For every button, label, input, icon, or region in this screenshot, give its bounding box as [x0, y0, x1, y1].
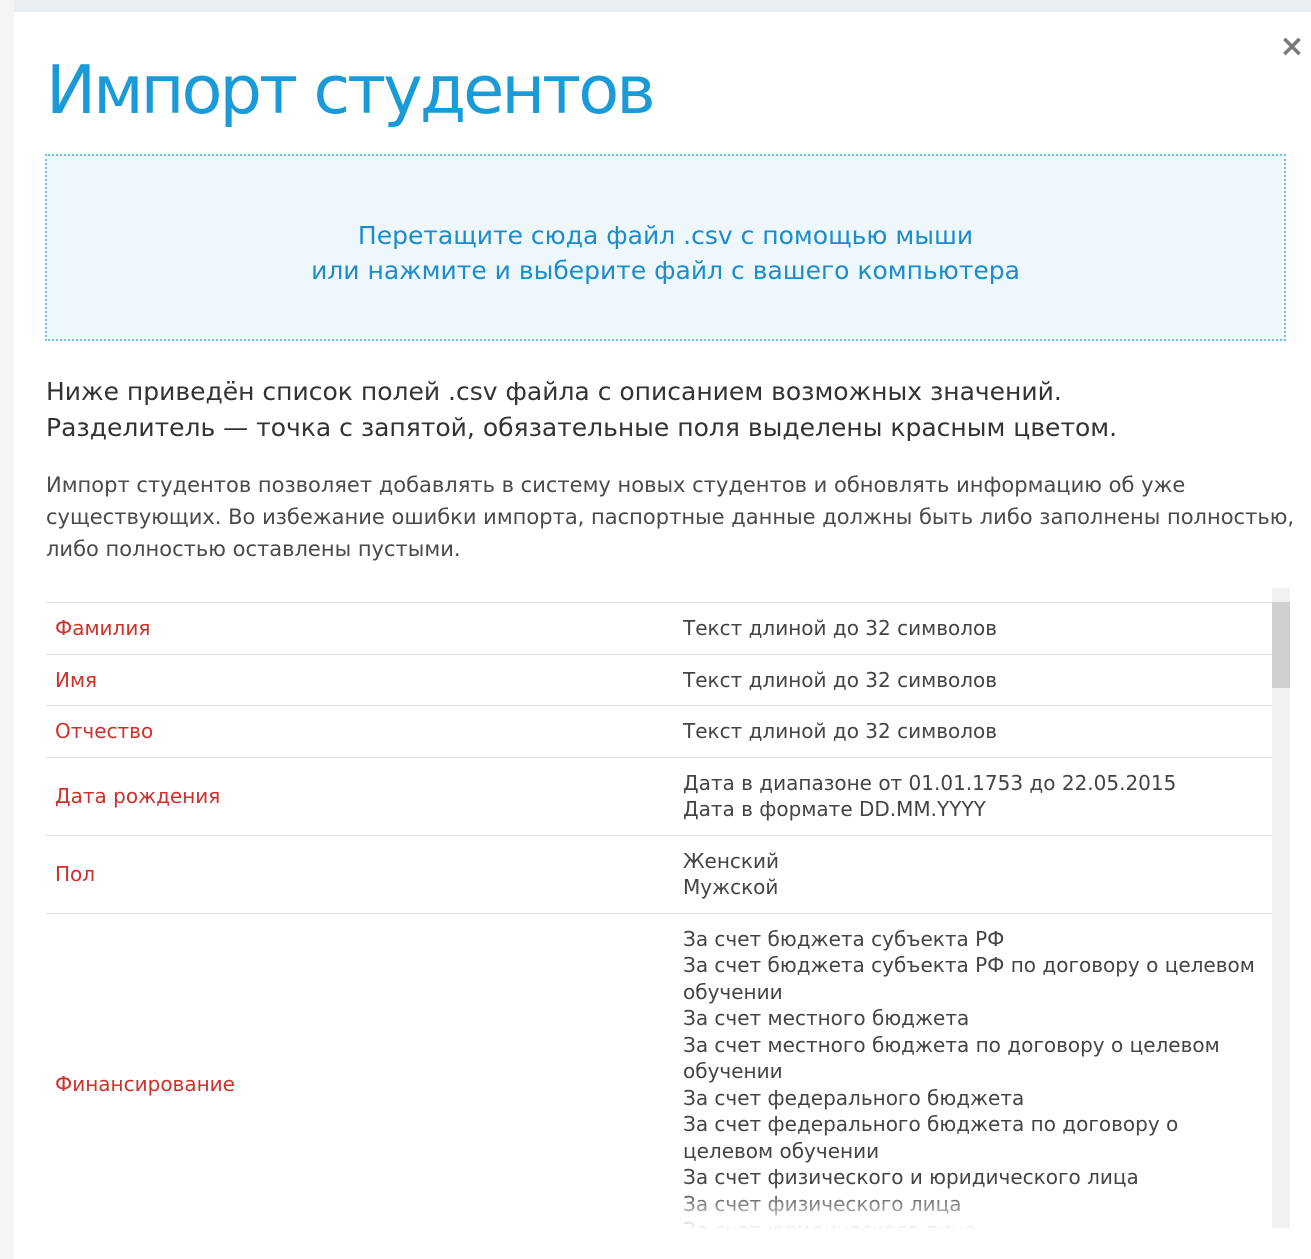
- field-description-line: За счет бюджета субъекта РФ по договору …: [683, 953, 1255, 1004]
- field-description-line: Дата в диапазоне от 01.01.1753 до 22.05.…: [683, 770, 1177, 795]
- field-description: За счет бюджета субъекта РФ За счет бюдже…: [673, 912, 1272, 1230]
- field-name: Финансирование: [45, 912, 673, 1230]
- fields-table-body: Фамилия Текст длиной до 32 символов Имя Тек…: [45, 602, 1272, 1230]
- table-row: Финансирование За счет бюджета субъекта Р…: [45, 912, 1272, 1230]
- field-description-line: За счет федерального бюджета: [683, 1085, 1025, 1110]
- field-description-line: За счет юридического лица: [683, 1218, 978, 1230]
- field-description-line: Текст длиной до 32 символов: [683, 667, 998, 692]
- field-name: Имя: [45, 653, 673, 706]
- field-description-line: За счет местного бюджета по договору о ц…: [683, 1032, 1220, 1084]
- dropzone-line-2: или нажмите и выберите файл с вашего ком…: [311, 256, 1020, 285]
- intro-line-1: Ниже приведён список полей .csv файла с …: [46, 377, 1062, 406]
- import-note: Импорт студентов позволяет добавлять в с…: [46, 473, 1295, 561]
- import-students-modal: × Импорт студентов Перетащите сюда файл …: [14, 12, 1311, 1259]
- field-description: Текст длиной до 32 символов: [673, 602, 1272, 654]
- backdrop-band: [0, 0, 14, 1259]
- table-row: Пол Женский Мужской: [45, 834, 1272, 913]
- intro-line-2: Разделитель — точка с запятой, обязатель…: [46, 413, 1118, 442]
- table-row: Имя Текст длиной до 32 символов: [45, 653, 1272, 706]
- table-row: Дата рождения Дата в диапазоне от 01.01.1…: [45, 756, 1272, 835]
- modal-title: Импорт студентов: [46, 51, 656, 129]
- field-description-line: Дата в формате DD.MM.YYYY: [683, 797, 986, 821]
- field-description-line: Мужской: [683, 875, 779, 899]
- table-row: Отчество Текст длиной до 32 символов: [45, 705, 1272, 757]
- dropzone-line-1: Перетащите сюда файл .csv с помощью мыши: [357, 221, 974, 250]
- field-description: Женский Мужской: [673, 834, 1272, 913]
- close-icon[interactable]: ×: [1277, 32, 1307, 62]
- field-description: Дата в диапазоне от 01.01.1753 до 22.05.…: [673, 756, 1272, 835]
- fields-table: Фамилия Текст длиной до 32 символов Имя Тек…: [45, 602, 1272, 1230]
- field-description-line: Женский: [683, 848, 779, 873]
- field-description: Текст длиной до 32 символов: [673, 705, 1272, 757]
- field-description-line: За счет физического лица: [683, 1191, 962, 1216]
- field-description-line: Текст длиной до 32 символов: [683, 719, 998, 743]
- field-description-line: За счет местного бюджета: [683, 1006, 970, 1030]
- field-description-line: За счет бюджета субъекта РФ: [683, 926, 1005, 951]
- field-name: Дата рождения: [45, 756, 673, 835]
- csv-dropzone[interactable]: Перетащите сюда файл .csv с помощью мыши…: [45, 154, 1286, 341]
- field-description-line: За счет физического и юридического лица: [683, 1165, 1139, 1189]
- dropzone-instructions: Перетащите сюда файл .csv с помощью мыши…: [47, 218, 1284, 288]
- field-name: Пол: [45, 834, 673, 913]
- field-name: Фамилия: [45, 602, 673, 654]
- field-description: Текст длиной до 32 символов: [673, 653, 1272, 706]
- fields-intro: Ниже приведён список полей .csv файла с …: [46, 374, 1296, 446]
- field-description-line: Текст длиной до 32 символов: [683, 616, 998, 640]
- fields-table-container[interactable]: Фамилия Текст длиной до 32 символов Имя Тек…: [45, 602, 1290, 1230]
- field-description-line: За счет федерального бюджета по договору…: [683, 1112, 1179, 1163]
- field-name: Отчество: [45, 705, 673, 757]
- table-row: Фамилия Текст длиной до 32 символов: [45, 602, 1272, 654]
